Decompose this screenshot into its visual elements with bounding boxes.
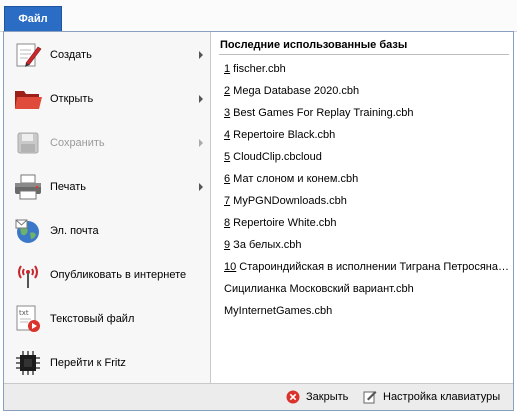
submenu-arrow-icon [199,51,203,59]
menu-item-label: Эл. почта [50,225,99,237]
header-divider [219,54,509,55]
menu-item-save[interactable]: Сохранить [4,123,210,163]
menu-item-label: Создать [50,49,92,61]
bottom-bar: Закрыть Настройка клавиатуры [4,383,513,410]
recent-databases-pane: Последние использованные базы 1 fischer.… [211,32,513,383]
svg-text:txt: txt [19,309,29,317]
recent-item-9[interactable]: 9 За белых.cbh [224,235,509,255]
menu-item-label: Печать [50,181,87,193]
submenu-arrow-icon [199,139,203,147]
menu-item-open[interactable]: Открыть [4,79,210,119]
recent-item-8[interactable]: 8 Repertoire White.cbh [224,213,509,233]
floppy-disk-icon [12,127,44,159]
printer-icon [12,171,44,203]
menu-item-label: Сохранить [50,137,105,149]
recent-item-10[interactable]: 10 Староиндийская в исполнении Тиграна П… [224,257,509,277]
menu-item-label: Открыть [50,93,94,105]
menu-item-email[interactable]: Эл. почта [4,211,210,251]
menu-item-label: Текстовый файл [50,313,135,325]
file-backstage-menu: Создать Открыть Сохранить Печать Эл. поч… [3,31,514,411]
globe-mail-icon [12,215,44,247]
recent-item-2[interactable]: 2 Mega Database 2020.cbh [224,81,509,101]
file-tab[interactable]: Файл [4,6,62,31]
keyboard-settings-label: Настройка клавиатуры [383,391,501,403]
broadcast-tower-icon [12,259,44,291]
recent-item-5[interactable]: 5 CloudClip.cbcloud [224,147,509,167]
recent-item-7[interactable]: 7 MyPGNDownloads.cbh [224,191,509,211]
menu-item-go-to-fritz[interactable]: Перейти к Fritz [4,343,210,383]
submenu-arrow-icon [199,95,203,103]
menu-item-text-file[interactable]: txt Текстовый файл [4,299,210,339]
recent-item-12[interactable]: MyInternetGames.cbh [224,301,509,321]
menu-item-label: Перейти к Fritz [50,357,126,369]
keyboard-settings-button[interactable]: Настройка клавиатуры [363,389,500,405]
file-commands-pane: Создать Открыть Сохранить Печать Эл. поч… [4,32,211,383]
menu-item-print[interactable]: Печать [4,167,210,207]
folder-open-icon [12,83,44,115]
close-icon [286,390,300,404]
menu-item-publish-web[interactable]: Опубликовать в интернете [4,255,210,295]
recent-item-4[interactable]: 4 Repertoire Black.cbh [224,125,509,145]
chip-icon [12,347,44,379]
new-pencil-icon [12,39,44,71]
submenu-arrow-icon [199,183,203,191]
menu-item-label: Опубликовать в интернете [50,269,187,281]
close-button[interactable]: Закрыть [286,389,348,405]
keyboard-settings-icon [363,390,377,404]
recent-item-1[interactable]: 1 fischer.cbh [224,59,509,79]
txt-file-icon: txt [12,303,44,335]
ribbon-titlebar: Файл [0,0,517,32]
menu-item-create[interactable]: Создать [4,35,210,75]
recent-item-6[interactable]: 6 Мат слоном и конем.cbh [224,169,509,189]
close-label: Закрыть [306,391,349,403]
recent-item-11[interactable]: Сицилианка Московский вариант.cbh [224,279,509,299]
recent-databases-header: Последние использованные базы [220,39,408,51]
recent-item-3[interactable]: 3 Best Games For Replay Training.cbh [224,103,509,123]
